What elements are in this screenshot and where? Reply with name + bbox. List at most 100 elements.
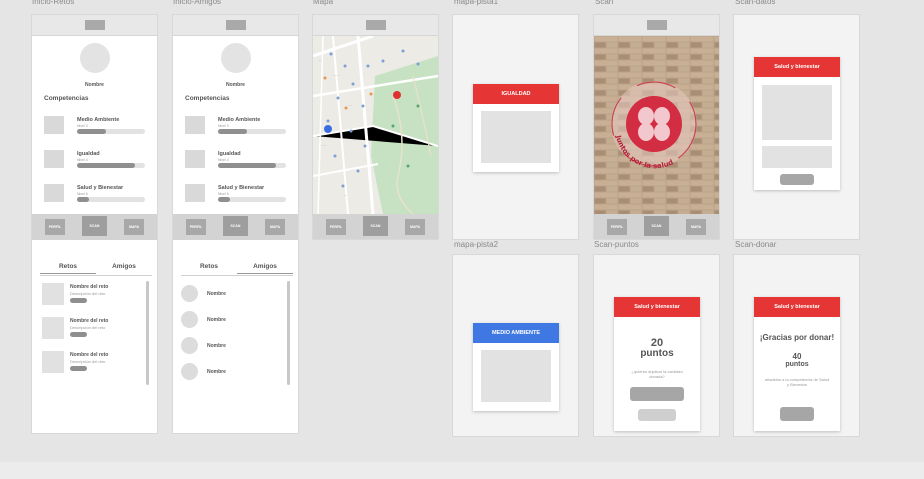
progress-fill xyxy=(77,129,106,134)
continue-button[interactable] xyxy=(780,174,814,185)
data-card[interactable]: Salud y bienestar xyxy=(754,57,840,190)
reto-description: Descripción del reto xyxy=(70,291,106,296)
goal-location-marker xyxy=(393,91,401,99)
list-item[interactable]: Nombre del reto Descripción del reto xyxy=(42,351,142,377)
nav-scan-button[interactable]: SCAN xyxy=(82,216,107,236)
friend-name: Nombre xyxy=(207,291,226,297)
finish-button[interactable] xyxy=(780,407,814,421)
nav-profile-button[interactable]: PERFIL xyxy=(186,219,206,235)
card-header: Salud y bienestar xyxy=(754,57,840,77)
points-unit: puntos xyxy=(640,348,674,359)
frame-label-scan-datos[interactable]: Scan-datos xyxy=(735,0,775,8)
frame-scan-donar[interactable]: Salud y bienestar ¡Gracias por donar! 40… xyxy=(733,254,860,437)
nav-profile-button[interactable]: PERFIL xyxy=(326,219,346,235)
competency-name: Igualdad xyxy=(218,151,241,157)
frame-label-scan-puntos[interactable]: Scan-puntos xyxy=(594,240,639,249)
competency-name: Igualdad xyxy=(77,151,100,157)
avatar xyxy=(221,43,251,73)
scrollbar[interactable] xyxy=(146,281,149,385)
bottom-nav: PERFIL SCAN MAPA xyxy=(594,214,719,239)
card-header: Salud y bienestar xyxy=(754,297,840,317)
friend-avatar xyxy=(181,337,198,354)
points-card[interactable]: Salud y bienestar 20 puntos ¿quieres dup… xyxy=(614,297,700,431)
donation-note: añadidos a la competencia de Salud y Bie… xyxy=(764,377,830,387)
competency-item[interactable]: Igualdad Nivel 4 xyxy=(44,150,154,176)
competency-item[interactable]: Salud y Bienestar Nivel 6 xyxy=(185,184,295,210)
friend-item[interactable]: Nombre xyxy=(181,311,281,331)
nav-scan-button[interactable]: SCAN xyxy=(363,216,388,236)
frame-mapa-pista2[interactable]: MEDIO AMBIENTE xyxy=(452,254,579,437)
competency-level: Nivel 3 xyxy=(77,124,88,128)
image-placeholder xyxy=(481,350,551,402)
progress-fill xyxy=(77,197,90,202)
reto-image xyxy=(42,317,64,339)
progress-track xyxy=(77,129,145,134)
nav-map-button[interactable]: MAPA xyxy=(686,219,706,235)
map-view[interactable]: ····· ········ ······ ······· ····· xyxy=(313,36,438,214)
card-header: IGUALDAD xyxy=(473,84,559,104)
tab-amigos[interactable]: Amigos xyxy=(237,263,293,274)
frame-scan[interactable]: Juntos por la salud PERFIL SCAN MAPA xyxy=(593,14,720,240)
frame-label-scan[interactable]: Scan xyxy=(595,0,613,8)
friend-item[interactable]: Nombre xyxy=(181,363,281,383)
card-header: MEDIO AMBIENTE xyxy=(473,323,559,343)
frame-label-mapa-pista2[interactable]: mapa-pista2 xyxy=(454,240,498,249)
competency-level: Nivel 4 xyxy=(218,158,229,162)
progress-fill xyxy=(77,163,136,168)
nav-profile-button[interactable]: PERFIL xyxy=(607,219,627,235)
yes-button[interactable] xyxy=(630,387,684,401)
nav-profile-button[interactable]: PERFIL xyxy=(45,219,65,235)
clue-card[interactable]: MEDIO AMBIENTE xyxy=(473,323,559,411)
friend-name: Nombre xyxy=(207,343,226,349)
competency-image xyxy=(185,184,205,202)
scrollbar[interactable] xyxy=(287,281,290,385)
frame-label-scan-donar[interactable]: Scan-donar xyxy=(735,240,776,249)
frame-mapa[interactable]: ····· ········ ······ ······· ····· PERFIL … xyxy=(312,14,439,240)
camera-notch xyxy=(84,20,105,30)
tab-amigos[interactable]: Amigos xyxy=(96,263,152,270)
tab-retos[interactable]: Retos xyxy=(181,263,237,270)
clue-card[interactable]: IGUALDAD xyxy=(473,84,559,172)
competency-item[interactable]: Salud y Bienestar Nivel 6 xyxy=(44,184,154,210)
progress-fill xyxy=(218,163,277,168)
frame-label-inicio-retos[interactable]: Inicio-Retos xyxy=(32,0,74,8)
no-button[interactable] xyxy=(638,409,676,421)
nav-map-button[interactable]: MAPA xyxy=(265,219,285,235)
competency-name: Medio Ambiente xyxy=(77,117,120,123)
competency-item[interactable]: Medio Ambiente Nivel 3 xyxy=(44,116,154,142)
nav-map-button[interactable]: MAPA xyxy=(405,219,425,235)
reto-progress xyxy=(70,332,87,337)
donation-card[interactable]: Salud y bienestar ¡Gracias por donar! 40… xyxy=(754,297,840,431)
competency-name: Salud y Bienestar xyxy=(218,185,265,191)
nav-scan-button[interactable]: SCAN xyxy=(223,216,248,236)
competency-item[interactable]: Igualdad Nivel 4 xyxy=(185,150,295,176)
friend-item[interactable]: Nombre xyxy=(181,337,281,357)
frame-inicio-amigos[interactable]: Nombre Competencias Medio Ambiente Nivel… xyxy=(172,14,299,434)
camera-notch xyxy=(365,20,386,30)
frame-label-inicio-amigos[interactable]: Inicio-Amigos xyxy=(173,0,221,8)
image-placeholder xyxy=(481,111,551,163)
svg-text:·····: ····· xyxy=(318,59,322,62)
frame-mapa-pista1[interactable]: IGUALDAD xyxy=(452,14,579,240)
reto-name: Nombre del reto xyxy=(70,318,109,324)
tab-retos[interactable]: Retos xyxy=(40,263,96,274)
competency-item[interactable]: Medio Ambiente Nivel 3 xyxy=(185,116,295,142)
friend-item[interactable]: Nombre xyxy=(181,285,281,305)
avatar xyxy=(80,43,110,73)
nav-scan-button[interactable]: SCAN xyxy=(644,216,669,236)
progress-track xyxy=(218,197,286,202)
frame-scan-puntos[interactable]: Salud y bienestar 20 puntos ¿quieres dup… xyxy=(593,254,720,437)
friend-avatar xyxy=(181,363,198,380)
frame-label-mapa-pista1[interactable]: mapa-pista1 xyxy=(454,0,498,8)
camera-view[interactable]: Juntos por la salud xyxy=(594,36,719,214)
reto-image xyxy=(42,283,64,305)
frame-label-mapa[interactable]: Mapa xyxy=(313,0,333,8)
competency-image xyxy=(44,116,64,134)
nav-map-button[interactable]: MAPA xyxy=(124,219,144,235)
points-number: 40 xyxy=(792,352,802,361)
list-item[interactable]: Nombre del reto Descripción del reto xyxy=(42,317,142,343)
list-item[interactable]: Nombre del reto Descripción del reto xyxy=(42,283,142,309)
frame-inicio-retos[interactable]: Nombre Competencias Medio Ambiente Nivel… xyxy=(31,14,158,434)
frame-scan-datos[interactable]: Salud y bienestar xyxy=(733,14,860,240)
progress-track xyxy=(218,163,286,168)
